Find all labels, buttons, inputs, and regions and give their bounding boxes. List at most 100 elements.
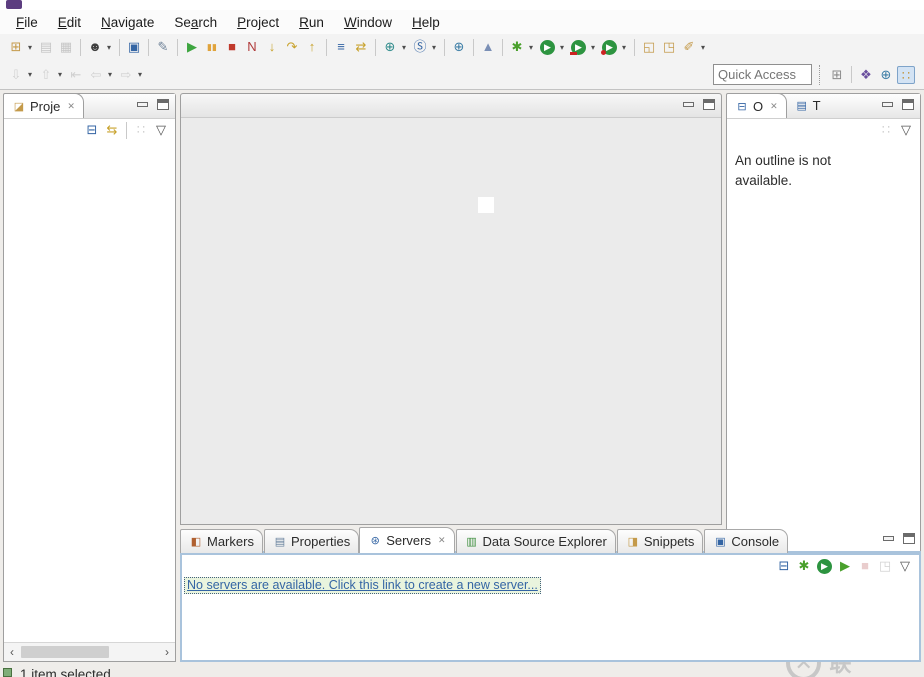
- bottom-tab-bar: ◧Markers▤Properties⊛Servers✕ ▥ Data Source…: [180, 527, 921, 553]
- collapse-all-icon[interactable]: ⊟: [775, 557, 793, 575]
- maximize-icon[interactable]: [703, 99, 715, 110]
- run-dropdown-icon[interactable]: ▾: [557, 43, 567, 52]
- outline-message: An outline is not available.: [727, 141, 872, 200]
- tab-markers[interactable]: ◧Markers: [180, 529, 263, 553]
- link-with-editor-icon[interactable]: ⇆: [103, 121, 121, 139]
- tab-label: Markers: [207, 534, 254, 549]
- maximize-icon[interactable]: [902, 99, 914, 110]
- step-over-icon[interactable]: ↷: [283, 38, 301, 56]
- publish-icon: ◳: [876, 557, 894, 575]
- user-account-icon[interactable]: ☻: [86, 38, 104, 56]
- toolbar-separator: [119, 39, 120, 56]
- collapse-all-icon[interactable]: ⊟: [83, 121, 101, 139]
- import-icon[interactable]: ◱: [640, 38, 658, 56]
- view-menu-icon[interactable]: ▽: [152, 121, 170, 139]
- maximize-icon[interactable]: [903, 533, 915, 544]
- quick-access-input[interactable]: [713, 64, 812, 85]
- tab-label: Data Source Explorer: [483, 534, 607, 549]
- tab-label: O: [753, 99, 763, 114]
- menu-file[interactable]: File: [6, 13, 48, 32]
- view-menu-icon[interactable]: ▽: [897, 121, 915, 139]
- tab-data-source-explorer[interactable]: ▥ Data Source Explorer: [456, 529, 616, 553]
- tab-t[interactable]: ▤T: [787, 93, 829, 118]
- tab-close-icon[interactable]: ✕: [770, 101, 778, 112]
- debug-dropdown-icon[interactable]: ▾: [526, 43, 536, 52]
- tab-servers[interactable]: ⊛Servers✕: [359, 527, 454, 553]
- project-explorer-toolbar: ⊟⇆∷▽: [4, 119, 175, 141]
- tab-label: Snippets: [644, 534, 695, 549]
- tab-project-explorer[interactable]: ◪ Proje ✕: [3, 93, 84, 118]
- minimize-icon[interactable]: [137, 102, 148, 107]
- tab-o[interactable]: ⊟O✕: [726, 93, 787, 118]
- horizontal-scrollbar[interactable]: ‹ ›: [4, 642, 175, 661]
- tab-console[interactable]: ▣Console: [704, 529, 788, 553]
- user-account-dropdown-icon[interactable]: ▾: [104, 43, 114, 52]
- resume-icon[interactable]: ▶: [183, 38, 201, 56]
- toolbar-separator: [851, 66, 852, 83]
- javaee-perspective-icon[interactable]: ∷: [897, 66, 915, 84]
- data-source-explorer-icon: ▥: [465, 535, 479, 548]
- window-titlebar: [0, 0, 924, 10]
- menu-window[interactable]: Window: [334, 13, 402, 32]
- pen-dropdown-icon[interactable]: ▾: [698, 43, 708, 52]
- run-on-server-icon[interactable]: ▲: [479, 38, 497, 56]
- white-square-artifact: [478, 197, 494, 213]
- menu-navigate[interactable]: Navigate: [91, 13, 164, 32]
- toolbar-separator: [326, 39, 327, 56]
- menu-project[interactable]: Project: [227, 13, 289, 32]
- toolbar-separator: [444, 39, 445, 56]
- start-server-icon[interactable]: ▶: [817, 559, 832, 574]
- export-icon[interactable]: ◳: [660, 38, 678, 56]
- menu-search[interactable]: Search: [164, 13, 227, 32]
- maximize-icon[interactable]: [157, 99, 169, 110]
- web-perspective-icon[interactable]: ⊕: [877, 66, 895, 84]
- project-explorer-content[interactable]: [4, 142, 175, 642]
- menu-edit[interactable]: Edit: [48, 13, 91, 32]
- new-web-project-icon[interactable]: ⊕: [381, 38, 399, 56]
- tab-close-icon[interactable]: ✕: [67, 101, 75, 112]
- mark-occurrences-icon[interactable]: ✎: [154, 38, 172, 56]
- eclipse-logo-icon: [6, 0, 22, 9]
- console-icon: ▣: [713, 535, 727, 548]
- new-wizard-dropdown-icon[interactable]: ▾: [25, 43, 35, 52]
- scrollbar-thumb[interactable]: [21, 646, 109, 658]
- step-into-icon[interactable]: ↓: [263, 38, 281, 56]
- minimize-icon[interactable]: [883, 536, 894, 541]
- new-wizard-icon[interactable]: ⊞: [7, 38, 25, 56]
- disconnect-icon[interactable]: N: [243, 38, 261, 56]
- sync-icon[interactable]: ⇄: [352, 38, 370, 56]
- create-new-server-link[interactable]: No servers are available. Click this lin…: [184, 577, 541, 594]
- step-return-icon[interactable]: ↑: [303, 38, 321, 56]
- profile-server-icon[interactable]: ▶: [836, 557, 854, 575]
- scroll-left-icon[interactable]: ‹: [4, 645, 20, 659]
- new-web-project-dropdown-icon[interactable]: ▾: [399, 43, 409, 52]
- toolbar-separator: [473, 39, 474, 56]
- new-server-icon[interactable]: Ⓢ: [411, 38, 429, 56]
- minimize-icon[interactable]: [882, 102, 893, 107]
- previous-annotation-icon: ⇧: [37, 66, 55, 84]
- stop-server-icon: ■: [856, 557, 874, 575]
- pen-icon[interactable]: ✐: [680, 38, 698, 56]
- tab-close-icon[interactable]: ✕: [438, 535, 446, 546]
- debug-icon[interactable]: ✱: [508, 38, 526, 56]
- sort-icon[interactable]: ≡: [332, 38, 350, 56]
- open-console-icon[interactable]: ▣: [125, 38, 143, 56]
- debug-perspective-icon[interactable]: ❖: [857, 66, 875, 84]
- debug-server-icon[interactable]: ✱: [795, 557, 813, 575]
- profile-dropdown-icon[interactable]: ▾: [619, 43, 629, 52]
- tab-snippets[interactable]: ◨Snippets: [617, 529, 704, 553]
- open-perspective-icon[interactable]: ⊞: [828, 66, 846, 84]
- web-browser-icon[interactable]: ⊕: [450, 38, 468, 56]
- menu-run[interactable]: Run: [289, 13, 334, 32]
- menu-help[interactable]: Help: [402, 13, 450, 32]
- pause-icon[interactable]: ▮▮: [203, 38, 221, 56]
- forward-dropdown-icon: ▾: [135, 70, 145, 79]
- view-menu-icon[interactable]: ▽: [896, 557, 914, 575]
- terminate-icon[interactable]: ■: [223, 38, 241, 56]
- coverage-dropdown-icon[interactable]: ▾: [588, 43, 598, 52]
- tab-properties[interactable]: ▤Properties: [264, 529, 359, 553]
- minimize-icon[interactable]: [683, 102, 694, 107]
- run-icon[interactable]: ▶: [540, 40, 555, 55]
- new-server-dropdown-icon[interactable]: ▾: [429, 43, 439, 52]
- scroll-right-icon[interactable]: ›: [159, 645, 175, 659]
